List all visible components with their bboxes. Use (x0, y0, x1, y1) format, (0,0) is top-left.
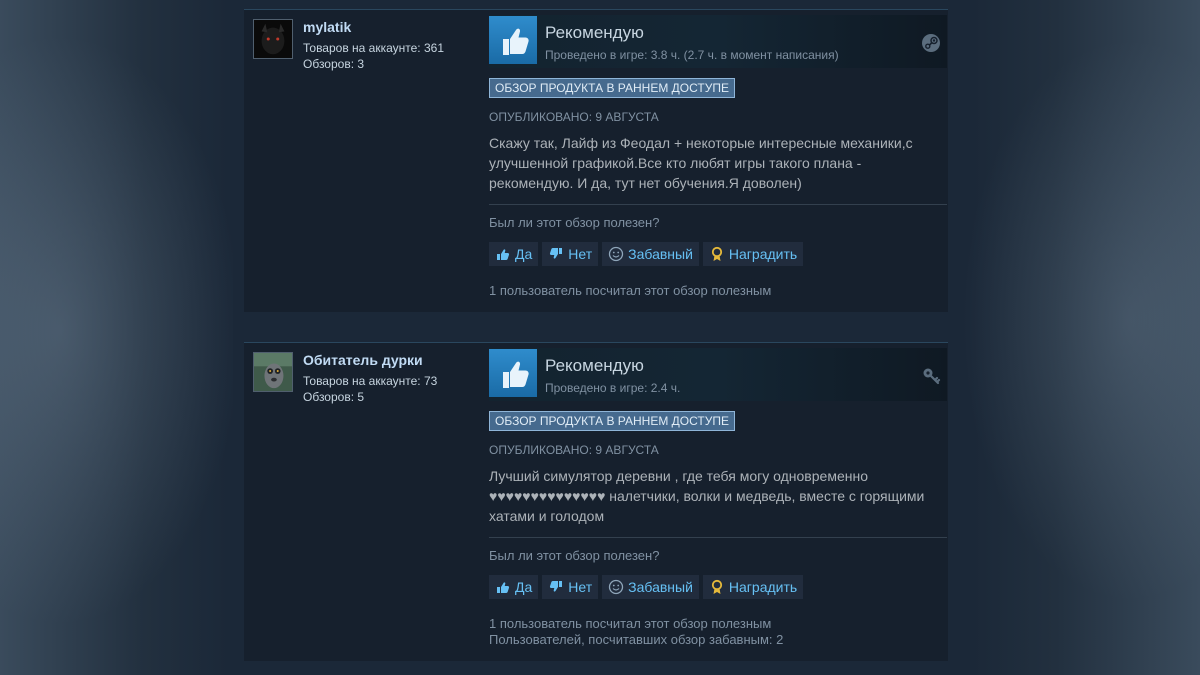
author-reviews-count[interactable]: Обзоров: 3 (303, 57, 364, 71)
key-icon (921, 366, 941, 386)
vote-buttons: Да Нет Забавный Наградить (489, 242, 804, 266)
vote-yes-button[interactable]: Да (489, 242, 539, 266)
posted-date: Опубликовано: 9 августа (489, 110, 659, 124)
divider (489, 204, 947, 205)
thumbs-up-icon (497, 582, 510, 593)
vote-no-button[interactable]: Нет (542, 575, 599, 599)
early-access-badge: Обзор продукта в раннем доступе (489, 411, 735, 431)
vote-no-button[interactable]: Нет (542, 242, 599, 266)
thumbs-up-icon (489, 349, 537, 397)
divider (489, 537, 947, 538)
author-avatar[interactable] (253, 19, 293, 59)
author-avatar[interactable] (253, 352, 293, 392)
thumbs-up-icon (489, 16, 537, 64)
funny-count: Пользователей, посчитавших обзор забавны… (489, 632, 784, 647)
posted-date: Опубликовано: 9 августа (489, 443, 659, 457)
vote-yes-label: Да (515, 579, 533, 595)
vote-funny-label: Забавный (628, 246, 693, 262)
vote-buttons: Да Нет Забавный Наградить (489, 575, 804, 599)
vote-yes-label: Да (515, 246, 533, 262)
review-card: Обитатель дурки Товаров на аккаунте: 73 … (244, 342, 948, 661)
helpful-question: Был ли этот обзор полезен? (489, 215, 660, 230)
recommendation-verdict: Рекомендую (545, 356, 644, 375)
vote-funny-button[interactable]: Забавный (602, 242, 699, 266)
products-owned[interactable]: Товаров на аккаунте: 361 (303, 41, 444, 55)
review-text: Лучший симулятор деревни , где тебя могу… (489, 468, 925, 524)
author-name[interactable]: mylatik (303, 19, 351, 35)
early-access-badge: Обзор продукта в раннем доступе (489, 78, 735, 98)
vote-header[interactable]: Рекомендую Проведено в игре: 3.8 ч. (2.7… (489, 15, 947, 68)
recommendation-verdict: Рекомендую (545, 23, 644, 42)
playtime: Проведено в игре: 3.8 ч. (2.7 ч. в момен… (545, 48, 839, 62)
author-reviews-count[interactable]: Обзоров: 5 (303, 390, 364, 404)
vote-funny-button[interactable]: Забавный (602, 575, 699, 599)
vote-no-label: Нет (568, 246, 593, 262)
award-icon (711, 246, 723, 261)
award-label: Наградить (728, 246, 798, 262)
author-name[interactable]: Обитатель дурки (303, 352, 423, 368)
smiley-icon (608, 246, 624, 262)
vote-header[interactable]: Рекомендую Проведено в игре: 2.4 ч. (489, 348, 947, 401)
vote-no-label: Нет (568, 579, 593, 595)
thumbs-down-icon (550, 581, 563, 592)
award-icon (711, 579, 723, 594)
review-card: mylatik Товаров на аккаунте: 361 Обзоров… (244, 9, 948, 312)
review-text: Скажу так, Лайф из Феодал + некоторые ин… (489, 135, 913, 191)
award-button[interactable]: Наградить (702, 575, 804, 599)
award-label: Наградить (728, 579, 798, 595)
award-button[interactable]: Наградить (702, 242, 804, 266)
smiley-icon (608, 579, 624, 595)
thumbs-up-icon (497, 249, 510, 260)
vote-yes-button[interactable]: Да (489, 575, 539, 599)
helpful-question: Был ли этот обзор полезен? (489, 548, 660, 563)
helpful-count: 1 пользователь посчитал этот обзор полез… (489, 283, 772, 298)
products-owned[interactable]: Товаров на аккаунте: 73 (303, 374, 437, 388)
helpful-count: 1 пользователь посчитал этот обзор полез… (489, 616, 772, 631)
playtime: Проведено в игре: 2.4 ч. (545, 381, 681, 395)
thumbs-down-icon (550, 248, 563, 259)
vote-funny-label: Забавный (628, 579, 693, 595)
steam-icon (921, 33, 941, 53)
